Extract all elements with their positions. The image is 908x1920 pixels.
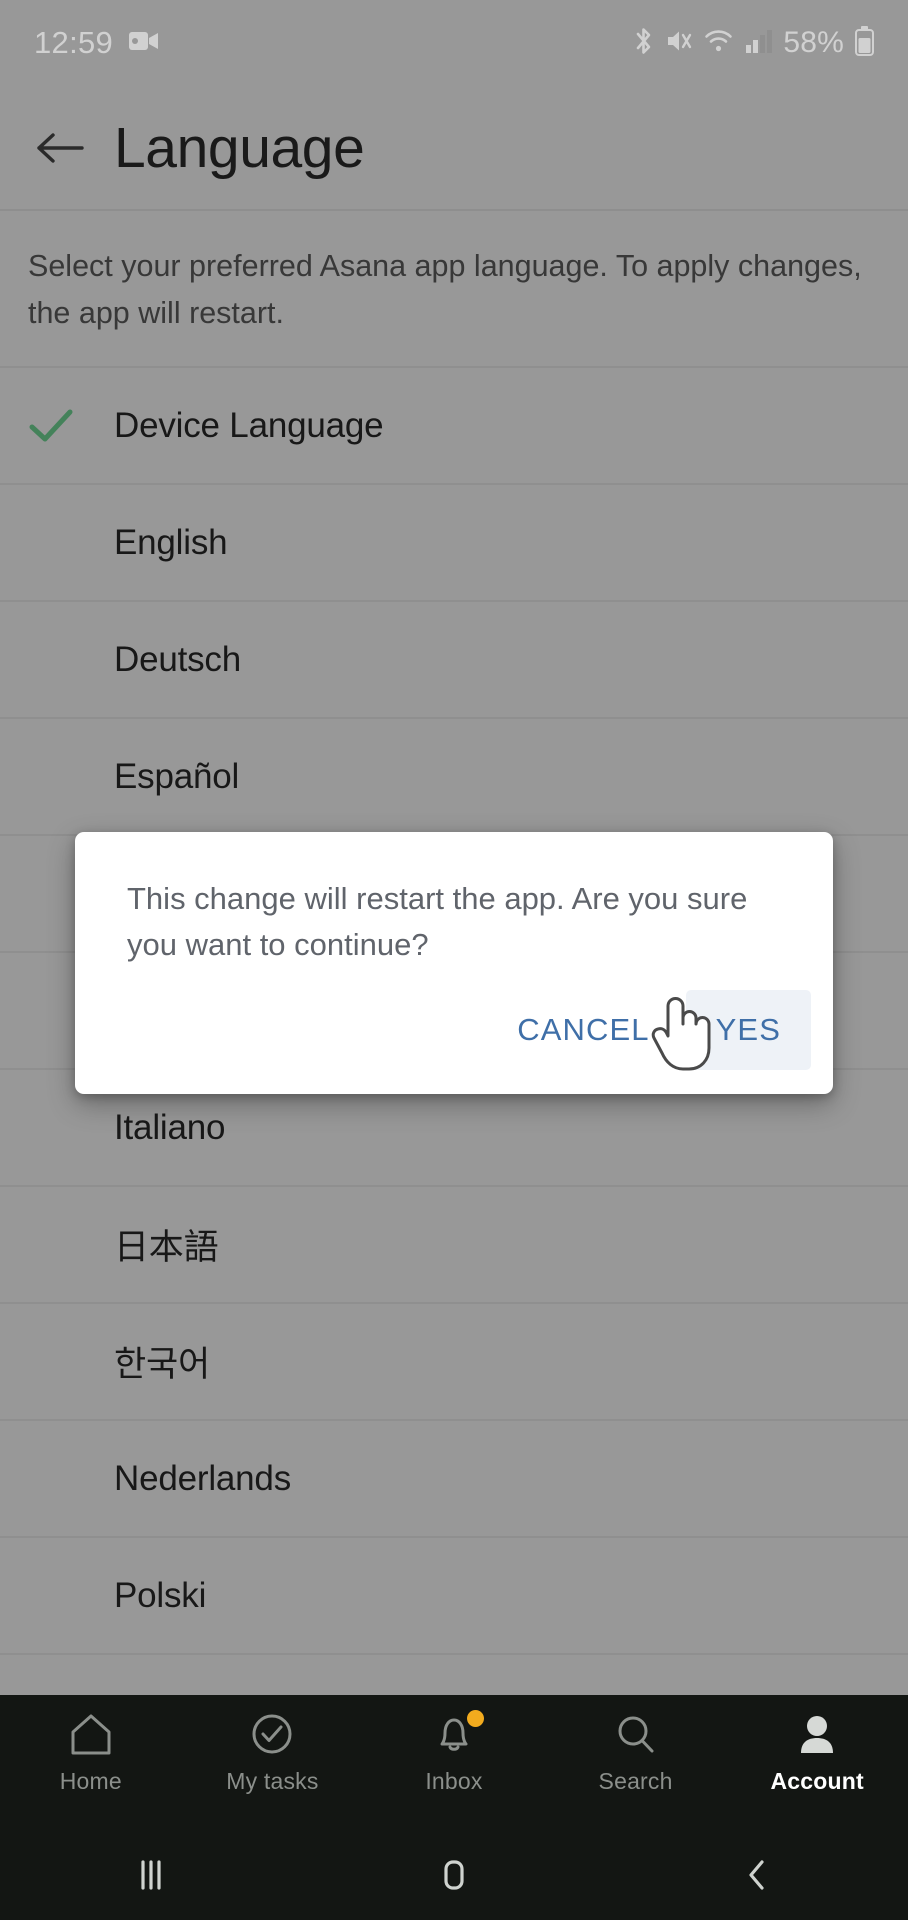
nav-item-search[interactable]: Search [545,1709,727,1795]
language-row-espanol[interactable]: Español [0,719,908,836]
language-label: Nederlands [114,1458,291,1498]
battery-icon [855,25,874,61]
nav-label: Search [598,1768,673,1794]
dialog-actions: CANCEL YES [75,978,833,1094]
language-label: 한국어 [114,1345,211,1384]
language-label: Polski [114,1575,207,1615]
cellular-signal-icon [745,28,773,59]
search-icon [612,1709,660,1759]
nav-label: My tasks [226,1768,319,1794]
check-circle-icon [248,1709,296,1759]
language-row-korean[interactable]: 한국어 [0,1304,908,1421]
language-row-nederlands[interactable]: Nederlands [0,1421,908,1538]
system-recents-button[interactable] [0,1830,303,1920]
language-label: English [114,522,228,562]
person-icon [793,1709,841,1759]
nav-label: Home [59,1768,122,1794]
back-button[interactable] [28,116,92,180]
nav-item-home[interactable]: Home [0,1709,182,1795]
yes-button[interactable]: YES [685,990,811,1070]
screen-record-icon [129,30,159,57]
phone-screen: 12:59 58% Language Select your preferred… [0,0,908,1920]
language-row-english[interactable]: English [0,485,908,602]
nav-label: Account [770,1768,864,1794]
language-row-device-language[interactable]: Device Language [0,368,908,485]
system-back-button[interactable] [605,1830,908,1920]
language-label: 日本語 [114,1228,219,1267]
bottom-navigation-bar: Home My tasks Inbox Search Account [0,1695,908,1830]
description-text: Select your preferred Asana app language… [28,249,862,330]
system-navigation-bar [0,1830,908,1920]
recents-icon [141,1860,161,1890]
restart-confirmation-dialog: This change will restart the app. Are yo… [75,832,833,1094]
nav-label: Inbox [425,1768,483,1794]
system-home-button[interactable] [303,1830,606,1920]
back-chevron-icon [749,1860,764,1890]
mute-icon [666,27,693,60]
wifi-icon [704,27,734,59]
nav-item-inbox[interactable]: Inbox [363,1709,545,1795]
check-icon [28,407,96,445]
language-row-deutsch[interactable]: Deutsch [0,602,908,719]
status-bar-left: 12:59 [34,25,159,61]
language-label: Italiano [114,1107,226,1147]
status-bar-right: 58% [632,25,874,61]
language-label: Device Language [114,405,384,445]
app-bar: Language [0,86,908,211]
language-label: Deutsch [114,639,241,679]
back-arrow-icon [37,132,84,163]
home-icon [67,1709,115,1759]
language-row-polski[interactable]: Polski [0,1538,908,1655]
page-title: Language [114,115,365,180]
battery-percent-label: 58% [783,26,844,59]
status-bar: 12:59 58% [0,0,908,86]
description-section: Select your preferred Asana app language… [0,213,908,368]
dialog-body: This change will restart the app. Are yo… [75,832,833,978]
status-bar-clock: 12:59 [34,25,114,60]
language-label: Español [114,756,240,796]
dialog-message: This change will restart the app. Are yo… [127,881,748,962]
home-square-icon [444,1860,464,1890]
bluetooth-icon [632,26,655,61]
nav-item-my-tasks[interactable]: My tasks [182,1709,364,1795]
cancel-button[interactable]: CANCEL [487,990,679,1070]
nav-item-account[interactable]: Account [726,1709,908,1795]
bell-icon [430,1709,484,1759]
language-row-japanese[interactable]: 日本語 [0,1187,908,1304]
inbox-badge-dot [466,1710,484,1727]
